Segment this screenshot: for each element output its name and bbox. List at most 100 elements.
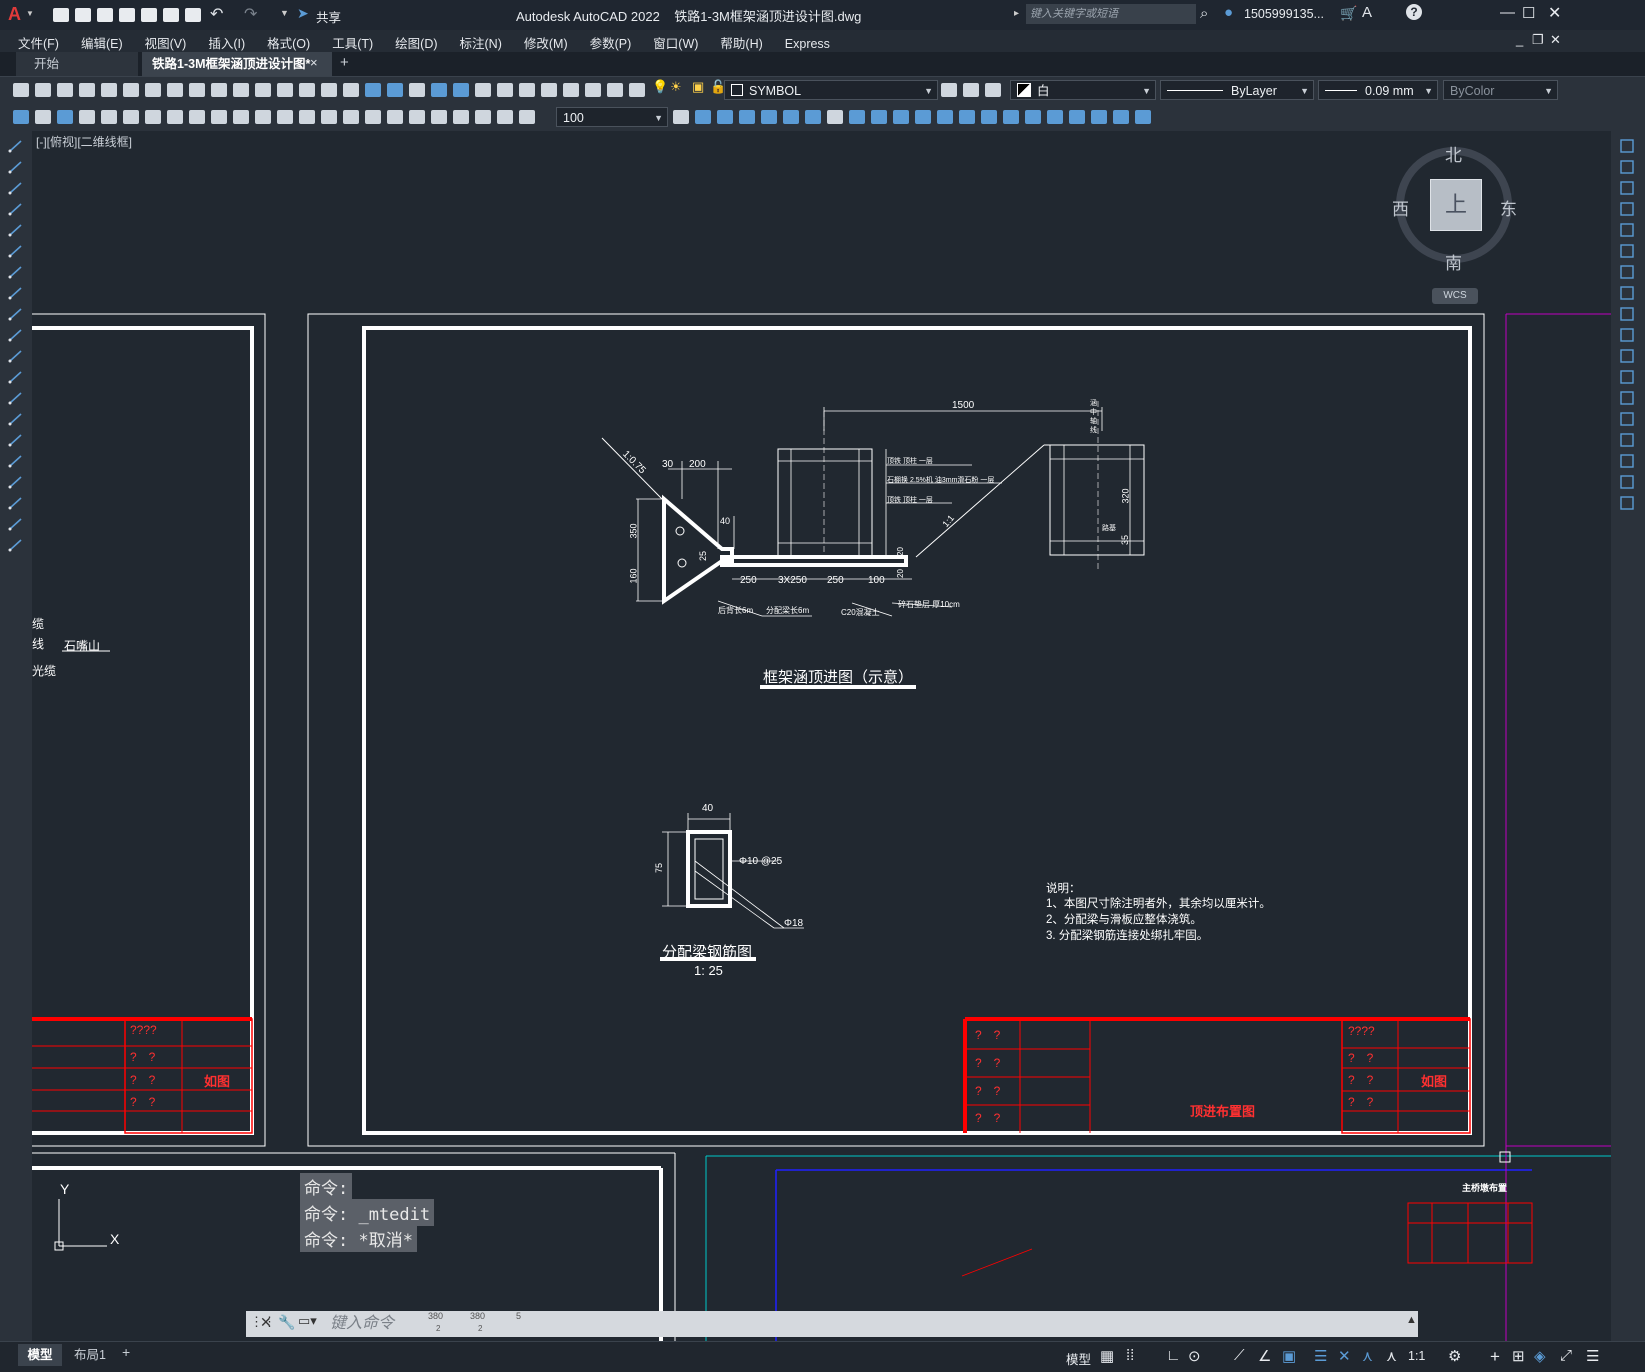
standard-tool-icon[interactable] — [254, 81, 272, 99]
menu-item[interactable]: 编辑(E) — [81, 33, 123, 52]
lineweight-dropdown[interactable]: 0.09 mm ▼ — [1318, 80, 1438, 100]
draworder-tool-icon[interactable] — [870, 108, 888, 126]
customize-wrench-icon[interactable]: 🔧 — [278, 1314, 295, 1331]
dimension-tool-icon[interactable] — [144, 108, 162, 126]
autodesk-account-icon[interactable]: A — [1362, 4, 1372, 21]
app-menu-chevron-icon[interactable]: ▼ — [26, 9, 34, 18]
command-input[interactable]: 键入命令 — [330, 1313, 1400, 1335]
draworder-tool-icon[interactable] — [782, 108, 800, 126]
standard-tool-icon[interactable] — [364, 81, 382, 99]
draworder-tool-icon[interactable] — [1002, 108, 1020, 126]
menu-item[interactable]: 参数(P) — [590, 33, 632, 52]
modify-tool-icon[interactable] — [1618, 326, 1636, 344]
standard-tool-icon[interactable] — [540, 81, 558, 99]
draw-tool-icon[interactable] — [7, 410, 25, 428]
search-input[interactable]: 键入关键字或短语 — [1026, 4, 1196, 24]
wcs-menu[interactable]: WCS — [1432, 288, 1478, 304]
menu-item[interactable]: 帮助(H) — [720, 33, 762, 52]
draworder-tool-icon[interactable] — [958, 108, 976, 126]
modify-tool-icon[interactable] — [1618, 137, 1636, 155]
add-layout-button[interactable]: + — [122, 1344, 130, 1360]
modify-tool-icon[interactable] — [1618, 347, 1636, 365]
save-icon[interactable] — [96, 6, 114, 24]
viewcube-face[interactable]: 上 — [1430, 179, 1482, 231]
standard-tool-icon[interactable] — [628, 81, 646, 99]
draw-tool-icon[interactable] — [7, 179, 25, 197]
save-as-icon[interactable] — [118, 6, 136, 24]
modify-tool-icon[interactable] — [1618, 410, 1636, 428]
annotation-scale-value[interactable]: 1:1 — [1408, 1349, 1425, 1369]
modify-tool-icon[interactable] — [1618, 473, 1636, 491]
viewcube-east[interactable]: 东 — [1500, 195, 1517, 220]
cart-icon[interactable]: 🛒 — [1340, 5, 1357, 22]
draw-tool-icon[interactable] — [7, 515, 25, 533]
dimension-tool-icon[interactable] — [386, 108, 404, 126]
share-label[interactable]: 共享 — [316, 7, 341, 26]
isodraft-icon[interactable]: ⟋ — [1234, 1347, 1245, 1367]
modify-tool-icon[interactable] — [1618, 179, 1636, 197]
standard-tool-icon[interactable] — [12, 81, 30, 99]
draw-tool-icon[interactable] — [7, 452, 25, 470]
workspace-gear-icon[interactable]: ⚙ — [1448, 1347, 1461, 1367]
plot-icon[interactable] — [184, 6, 202, 24]
draworder-tool-icon[interactable] — [1112, 108, 1130, 126]
open-web-icon[interactable] — [140, 6, 158, 24]
model-space-button[interactable]: 模型 — [1066, 1349, 1091, 1369]
draw-tool-icon[interactable] — [7, 368, 25, 386]
draw-tool-icon[interactable] — [7, 326, 25, 344]
annotation-visibility-icon[interactable]: ✕ — [1338, 1347, 1351, 1367]
modify-tool-icon[interactable] — [1618, 389, 1636, 407]
dimension-tool-icon[interactable] — [232, 108, 250, 126]
redo-icon[interactable]: ↷ — [244, 4, 257, 24]
menu-item[interactable]: 修改(M) — [524, 33, 568, 52]
draw-tool-icon[interactable] — [7, 137, 25, 155]
modify-tool-icon[interactable] — [1618, 221, 1636, 239]
scale-dropdown[interactable]: 100 ▼ — [556, 107, 668, 127]
standard-tool-icon[interactable] — [518, 81, 536, 99]
tab-close-icon[interactable]: × — [310, 55, 318, 70]
command-close-icon[interactable]: ✕ — [260, 1314, 272, 1331]
dimension-tool-icon[interactable] — [496, 108, 514, 126]
draw-tool-icon[interactable] — [7, 494, 25, 512]
snap-icon[interactable]: ⁞⁞ — [1126, 1347, 1134, 1367]
quick-properties-icon[interactable]: ◈ — [1534, 1347, 1546, 1367]
draw-tool-icon[interactable] — [7, 221, 25, 239]
standard-tool-icon[interactable] — [232, 81, 250, 99]
menu-item[interactable]: 绘图(D) — [395, 33, 437, 52]
standard-tool-icon[interactable] — [100, 81, 118, 99]
dimension-tool-icon[interactable] — [254, 108, 272, 126]
standard-tool-icon[interactable] — [34, 81, 52, 99]
menu-item[interactable]: 文件(F) — [18, 33, 59, 52]
draw-tool-icon[interactable] — [7, 263, 25, 281]
drawing-canvas[interactable]: [-][俯视][二维线框] 缆 线 光缆 石嘴山 ???? ? ? ? ? ? … — [32, 131, 1611, 1341]
draworder-tool-icon[interactable] — [760, 108, 778, 126]
draw-tool-icon[interactable] — [7, 242, 25, 260]
dimension-tool-icon[interactable] — [78, 108, 96, 126]
maximize-icon[interactable]: ☐ — [1522, 4, 1535, 22]
draworder-tool-icon[interactable] — [804, 108, 822, 126]
dimension-tool-icon[interactable] — [166, 108, 184, 126]
draworder-tool-icon[interactable] — [1046, 108, 1064, 126]
grid-icon[interactable]: ▦ — [1100, 1347, 1114, 1367]
draw-tool-icon[interactable] — [7, 473, 25, 491]
save-web-icon[interactable] — [162, 6, 180, 24]
draworder-tool-icon[interactable] — [980, 108, 998, 126]
draw-tool-icon[interactable] — [7, 431, 25, 449]
command-history-toggle-icon[interactable]: ▲ — [1406, 1314, 1417, 1326]
standard-tool-icon[interactable] — [78, 81, 96, 99]
draw-tool-icon[interactable] — [7, 305, 25, 323]
standard-tool-icon[interactable] — [210, 81, 228, 99]
minimize-icon[interactable]: — — [1500, 4, 1515, 21]
draworder-tool-icon[interactable] — [694, 108, 712, 126]
help-icon[interactable]: ? — [1406, 4, 1422, 20]
plotstyle-dropdown[interactable]: ByColor ▼ — [1443, 80, 1558, 100]
draworder-tool-icon[interactable] — [848, 108, 866, 126]
standard-tool-icon[interactable] — [452, 81, 470, 99]
quick-access-dropdown-icon[interactable]: ▼ — [280, 8, 289, 18]
dimension-tool-icon[interactable] — [518, 108, 536, 126]
tab-drawing-active[interactable]: 铁路1-3M框架涵顶进设计图* × — [142, 52, 332, 76]
standard-tool-icon[interactable] — [56, 81, 74, 99]
menu-item[interactable]: 视图(V) — [145, 33, 187, 52]
ortho-icon[interactable]: ∟ — [1166, 1347, 1181, 1367]
layer-states-icon[interactable] — [984, 81, 1002, 99]
